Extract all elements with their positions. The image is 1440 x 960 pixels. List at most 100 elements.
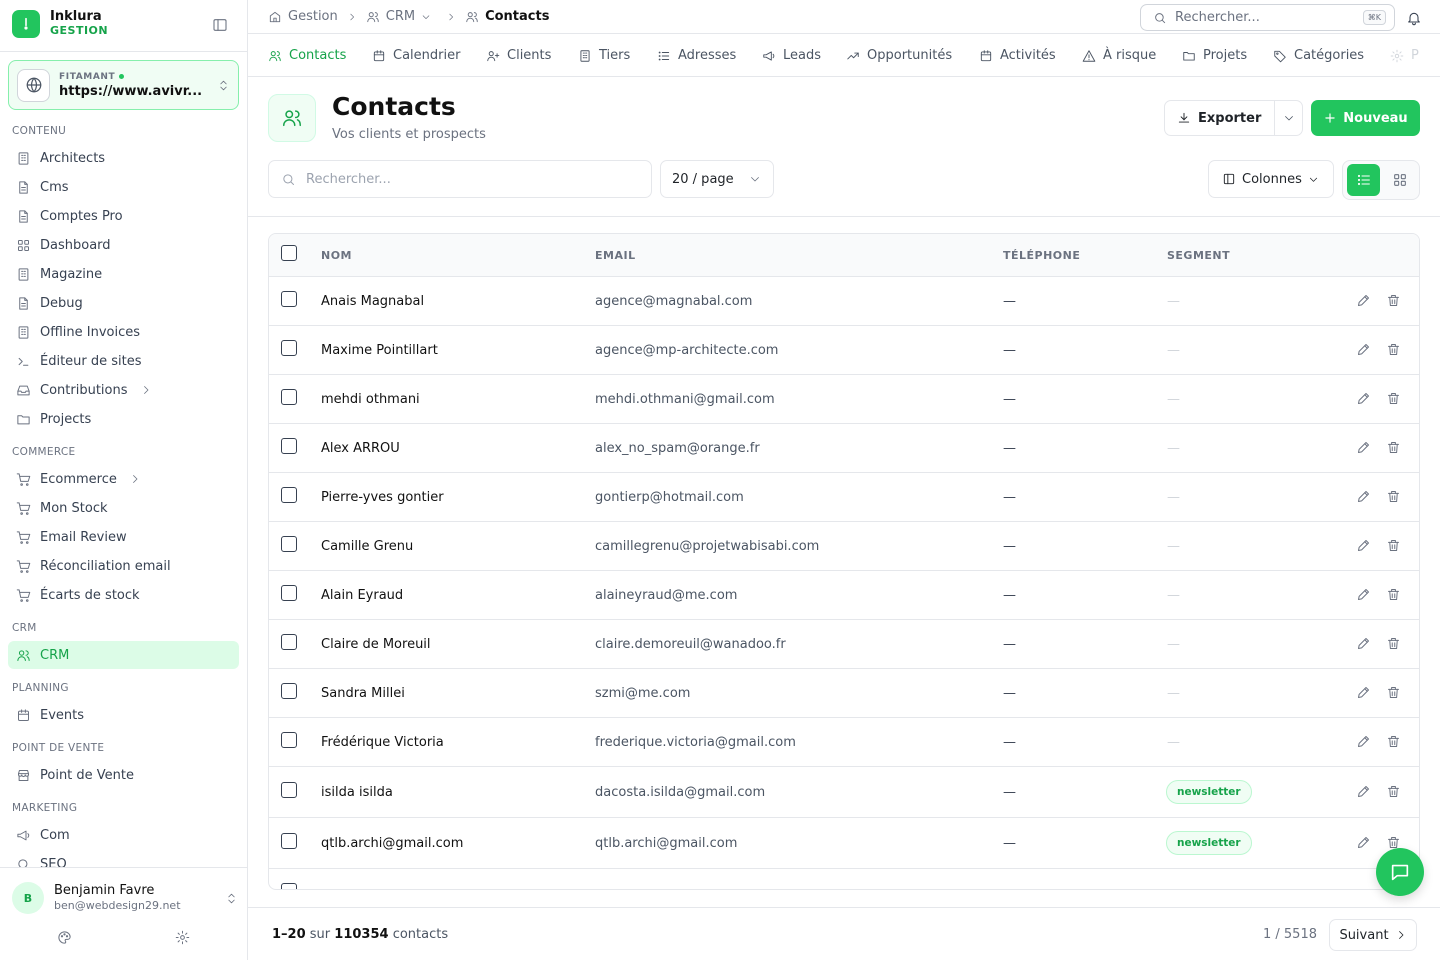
contact-name[interactable]: Alain Eyraud [321, 588, 403, 603]
chevron-down-icon[interactable] [421, 12, 431, 22]
edit-icon[interactable] [1356, 342, 1371, 357]
table-row[interactable]: Anais Magnabal agence@magnabal.com — — [269, 277, 1419, 326]
row-checkbox[interactable] [281, 782, 297, 798]
tab-contacts[interactable]: Contacts [268, 34, 346, 76]
select-all-checkbox[interactable] [281, 245, 297, 261]
table-row[interactable]: Alex ARROU alex_no_spam@orange.fr — — [269, 424, 1419, 473]
table-row[interactable]: mehdi othmani mehdi.othmani@gmail.com — — [269, 375, 1419, 424]
edit-icon[interactable] [1356, 734, 1371, 749]
global-search[interactable]: Rechercher... ⌘K [1140, 4, 1395, 31]
sidebar-item-comptes-pro[interactable]: Comptes Pro [8, 202, 239, 230]
sidebar-item-projects[interactable]: Projects [8, 405, 239, 433]
contact-name[interactable]: isilda isilda [321, 785, 393, 800]
sidebar-item-mon-stock[interactable]: Mon Stock [8, 494, 239, 522]
sidebar-item-magazine[interactable]: Magazine [8, 260, 239, 288]
breadcrumb-gestion[interactable]: Gestion [288, 9, 338, 24]
row-checkbox[interactable] [281, 833, 297, 849]
trash-icon[interactable] [1386, 685, 1401, 700]
site-switcher[interactable]: FITAMANT https://www.avivr... [8, 60, 239, 110]
contact-name[interactable]: Sandra Millei [321, 686, 405, 701]
table-row[interactable]: Sandra Millei szmi@me.com — — [269, 669, 1419, 718]
sidebar-item-editeur-de-sites[interactable]: Éditeur de sites [8, 347, 239, 375]
row-checkbox[interactable] [281, 438, 297, 454]
contact-name[interactable]: Anais Magnabal [321, 294, 424, 309]
breadcrumb-crm[interactable]: CRM [386, 9, 415, 24]
sidebar-item-seo[interactable]: SEO [8, 850, 239, 868]
row-checkbox[interactable] [281, 389, 297, 405]
edit-icon[interactable] [1356, 636, 1371, 651]
table-row[interactable]: Alain Eyraud alaineyraud@me.com — — [269, 571, 1419, 620]
trash-icon[interactable] [1386, 784, 1401, 799]
trash-icon[interactable] [1386, 734, 1401, 749]
table-row[interactable]: qtlb.archi@gmail.com qtlb.archi@gmail.com… [269, 818, 1419, 869]
trash-icon[interactable] [1386, 489, 1401, 504]
contact-email[interactable]: szmi@me.com [595, 686, 690, 701]
row-checkbox[interactable] [281, 683, 297, 699]
row-checkbox[interactable] [281, 536, 297, 552]
sidebar-item-email-review[interactable]: Email Review [8, 523, 239, 551]
row-checkbox[interactable] [281, 585, 297, 601]
per-page-select[interactable]: 20 / page [660, 160, 774, 198]
row-checkbox[interactable] [281, 732, 297, 748]
tab-leads[interactable]: Leads [762, 34, 821, 76]
edit-icon[interactable] [1356, 391, 1371, 406]
contact-email[interactable]: alex_no_spam@orange.fr [595, 441, 760, 456]
trash-icon[interactable] [1386, 342, 1401, 357]
contact-email[interactable]: dacosta.isilda@gmail.com [595, 785, 765, 800]
chat-button[interactable] [1376, 848, 1424, 896]
contact-email[interactable]: mehdi.othmani@gmail.com [595, 392, 775, 407]
tab-adresses[interactable]: Adresses [657, 34, 736, 76]
edit-icon[interactable] [1356, 784, 1371, 799]
row-checkbox[interactable] [281, 340, 297, 356]
trash-icon[interactable] [1386, 440, 1401, 455]
edit-icon[interactable] [1356, 538, 1371, 553]
column-header-name[interactable]: NOM [321, 249, 352, 262]
trash-icon[interactable] [1386, 293, 1401, 308]
row-checkbox[interactable] [281, 291, 297, 307]
sidebar-item-com[interactable]: Com [8, 821, 239, 849]
tab-categories[interactable]: Catégories [1273, 34, 1364, 76]
contact-name[interactable]: Frédérique Victoria [321, 735, 444, 750]
sidebar-toggle-icon[interactable] [212, 17, 228, 33]
contact-email[interactable]: agence@magnabal.com [595, 294, 752, 309]
brand[interactable]: Inklura GESTION [12, 10, 108, 38]
contact-name[interactable]: Pierre-yves gontier [321, 490, 444, 505]
tab-projets[interactable]: Projets [1182, 34, 1247, 76]
contact-email[interactable]: gontierp@hotmail.com [595, 490, 744, 505]
column-header-email[interactable]: EMAIL [595, 249, 636, 262]
trash-icon[interactable] [1386, 391, 1401, 406]
next-page-button[interactable]: Suivant [1329, 919, 1417, 951]
contact-name[interactable]: Claire de Moreuil [321, 637, 431, 652]
sidebar-item-contributions[interactable]: Contributions [8, 376, 239, 404]
columns-button[interactable]: Colonnes [1208, 160, 1334, 198]
contacts-search-input[interactable]: Rechercher... [268, 160, 652, 198]
contact-email[interactable]: agence@mp-architecte.com [595, 343, 778, 358]
contact-email[interactable]: qtlb.archi@gmail.com [595, 836, 737, 851]
tab-a-risque[interactable]: À risque [1082, 34, 1156, 76]
grid-view-button[interactable] [1383, 164, 1416, 196]
contact-email[interactable]: frederique.victoria@gmail.com [595, 735, 796, 750]
table-row[interactable]: Pierre-yves gontier gontierp@hotmail.com —… [269, 473, 1419, 522]
table-row[interactable]: Claire de Moreuil claire.demoreuil@wanado… [269, 620, 1419, 669]
gear-icon[interactable] [175, 930, 190, 945]
palette-icon[interactable] [57, 930, 72, 945]
column-header-phone[interactable]: TÉLÉPHONE [1003, 249, 1080, 262]
export-dropdown-button[interactable] [1275, 112, 1302, 124]
contact-name[interactable]: Alex ARROU [321, 441, 400, 456]
sidebar-item-debug[interactable]: Debug [8, 289, 239, 317]
edit-icon[interactable] [1356, 587, 1371, 602]
row-checkbox[interactable] [281, 487, 297, 503]
list-view-button[interactable] [1347, 164, 1380, 196]
edit-icon[interactable] [1356, 835, 1371, 850]
column-header-segment[interactable]: SEGMENT [1167, 249, 1230, 262]
sidebar-item-point-de-vente[interactable]: Point de Vente [8, 761, 239, 789]
trash-icon[interactable] [1386, 636, 1401, 651]
table-row[interactable]: isilda isilda dacosta.isilda@gmail.com — ne… [269, 767, 1419, 818]
sidebar-item-events[interactable]: Events [8, 701, 239, 729]
contact-email[interactable]: camillegrenu@projetwabisabi.com [595, 539, 819, 554]
contact-email[interactable]: alaineyraud@me.com [595, 588, 737, 603]
row-checkbox[interactable] [281, 883, 297, 889]
table-row[interactable]: Maxime Pointillart agence@mp-architecte.c… [269, 326, 1419, 375]
contact-email[interactable]: claire.demoreuil@wanadoo.fr [595, 637, 786, 652]
edit-icon[interactable] [1356, 489, 1371, 504]
